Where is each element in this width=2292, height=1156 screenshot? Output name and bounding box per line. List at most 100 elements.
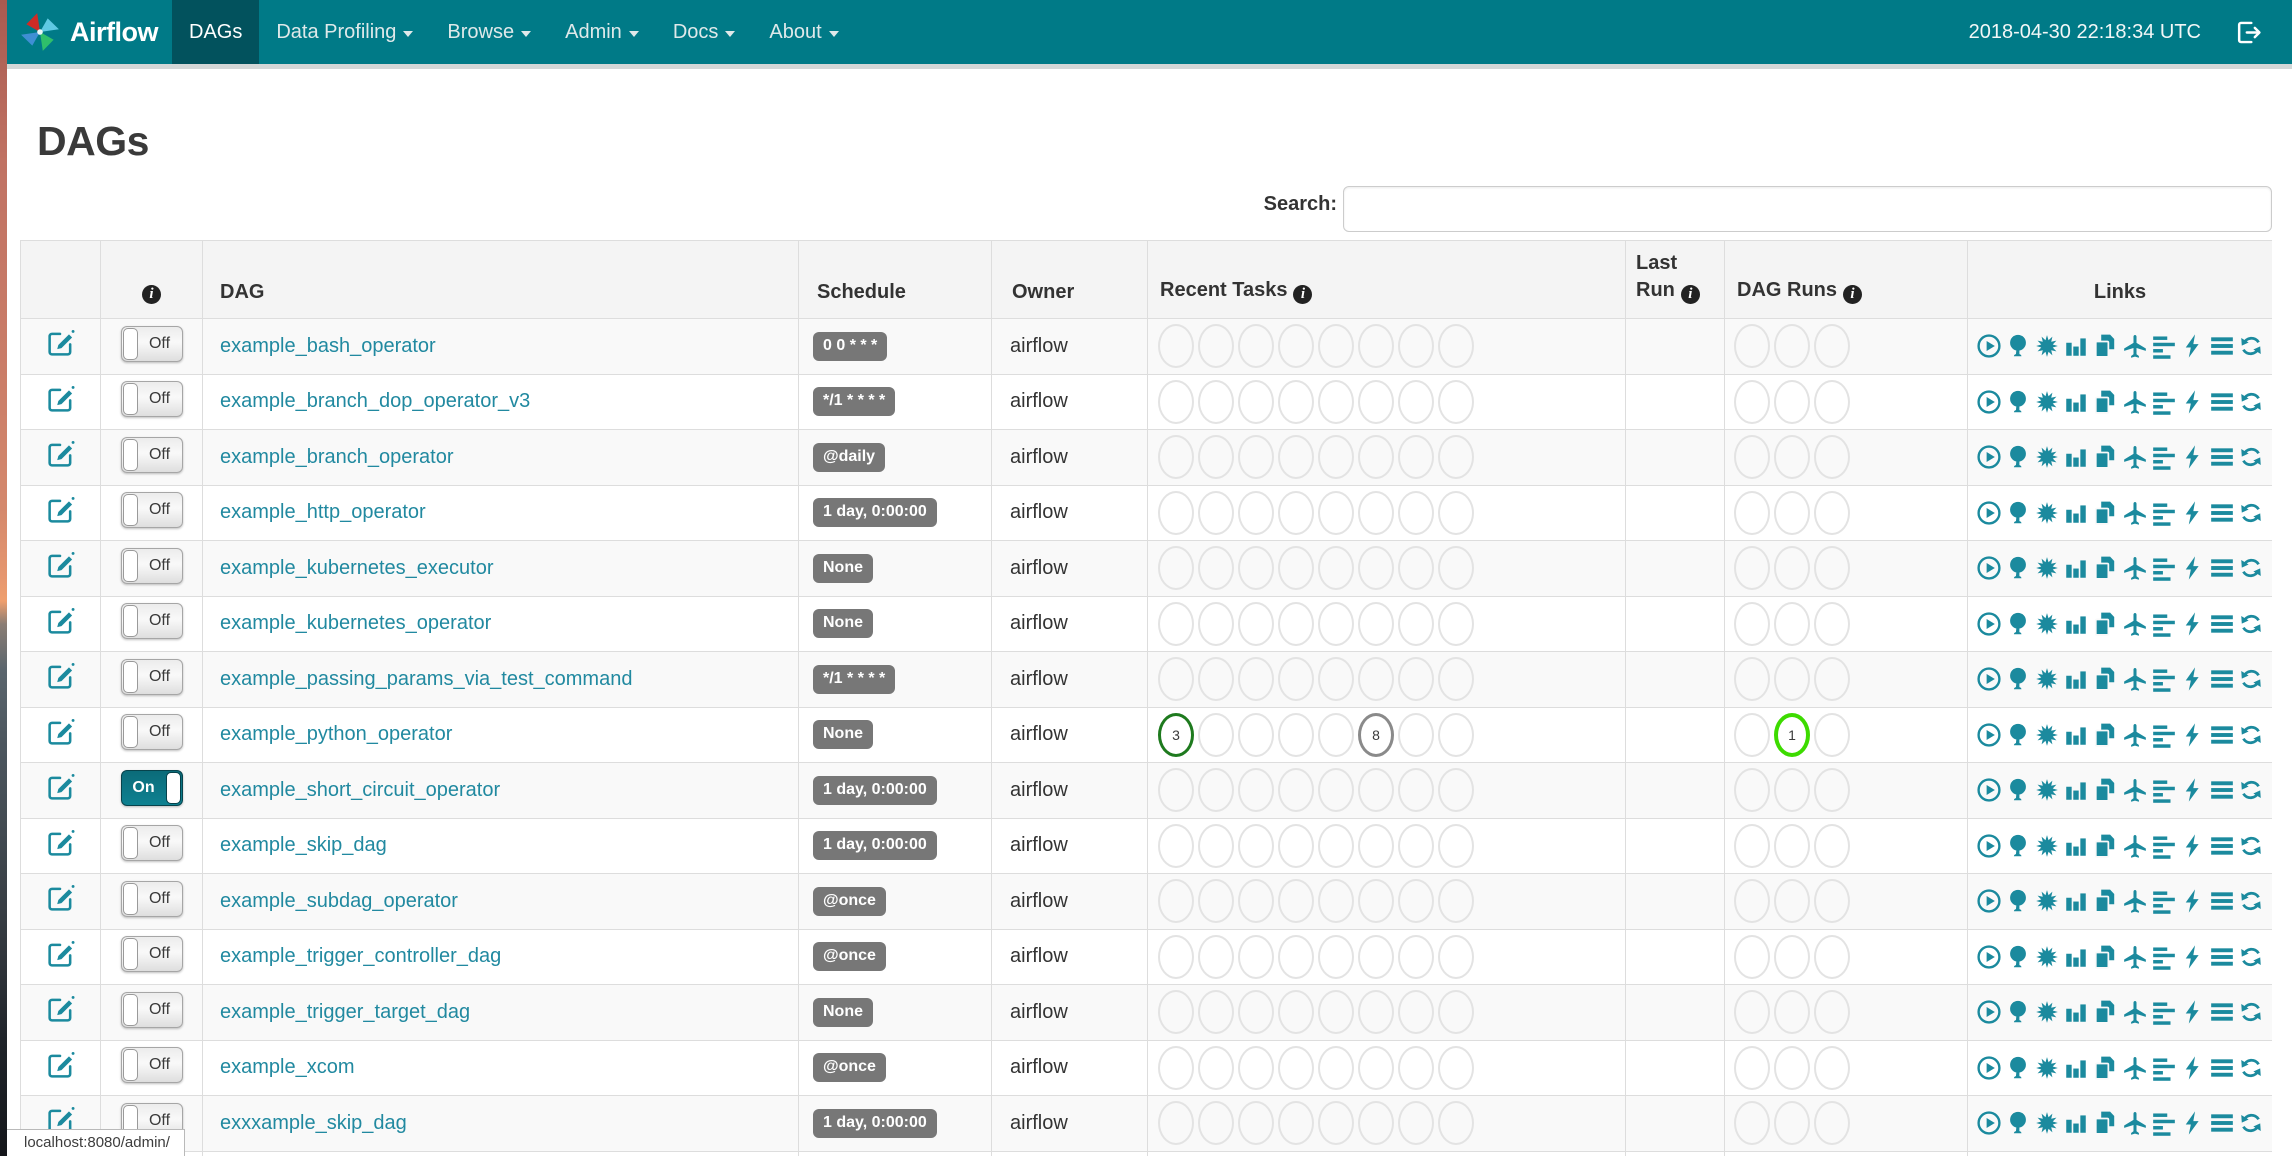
task-state-circle[interactable] [1238, 768, 1274, 813]
trigger-dag-icon[interactable] [1976, 944, 2002, 970]
task-state-circle[interactable] [1158, 879, 1194, 924]
gantt-icon[interactable] [2151, 833, 2177, 859]
dag-pause-toggle[interactable]: Off [120, 381, 183, 418]
task-state-circle[interactable] [1278, 768, 1314, 813]
task-tries-icon[interactable] [2092, 777, 2118, 803]
tree-view-icon[interactable] [2005, 722, 2031, 748]
nav-item-browse[interactable]: Browse [430, 0, 548, 64]
dag-run-circle[interactable] [1814, 601, 1850, 646]
task-state-circle[interactable] [1318, 934, 1354, 979]
dag-run-circle[interactable] [1734, 1045, 1770, 1090]
dag-run-circle[interactable] [1814, 712, 1850, 757]
code-view-icon[interactable] [2180, 444, 2206, 470]
info-icon[interactable]: i [1843, 285, 1862, 304]
refresh-icon[interactable] [2238, 888, 2264, 914]
dag-pause-toggle[interactable]: Off [120, 1047, 183, 1084]
task-state-circle[interactable] [1158, 379, 1194, 424]
task-instances-icon[interactable] [2209, 500, 2235, 526]
task-state-circle[interactable] [1318, 990, 1354, 1035]
task-state-circle[interactable] [1318, 712, 1354, 757]
task-state-circle[interactable] [1278, 490, 1314, 535]
task-state-circle[interactable] [1358, 879, 1394, 924]
tree-view-icon[interactable] [2005, 500, 2031, 526]
code-view-icon[interactable] [2180, 666, 2206, 692]
dag-run-circle[interactable] [1814, 768, 1850, 813]
dag-link[interactable]: example_xcom [220, 1056, 355, 1078]
task-tries-icon[interactable] [2092, 944, 2118, 970]
tree-view-icon[interactable] [2005, 833, 2031, 859]
landing-times-icon[interactable] [2122, 389, 2148, 415]
info-icon[interactable]: i [1293, 285, 1313, 304]
dag-pause-toggle[interactable]: Off [120, 658, 183, 695]
task-state-circle[interactable] [1278, 379, 1314, 424]
dag-run-circle[interactable] [1734, 823, 1770, 868]
tree-view-icon[interactable] [2005, 777, 2031, 803]
dag-pause-toggle[interactable]: Off [120, 325, 183, 362]
task-state-circle[interactable] [1278, 546, 1314, 591]
task-state-circle[interactable] [1278, 990, 1314, 1035]
task-tries-icon[interactable] [2092, 888, 2118, 914]
refresh-icon[interactable] [2238, 1055, 2264, 1081]
refresh-icon[interactable] [2238, 333, 2264, 359]
logout-icon[interactable] [2235, 19, 2262, 46]
landing-times-icon[interactable] [2122, 722, 2148, 748]
tree-view-icon[interactable] [2005, 999, 2031, 1025]
refresh-icon[interactable] [2238, 944, 2264, 970]
task-state-circle[interactable] [1278, 823, 1314, 868]
task-state-circle[interactable] [1318, 379, 1354, 424]
task-tries-icon[interactable] [2092, 500, 2118, 526]
task-state-circle[interactable]: 8 [1358, 712, 1394, 757]
task-instances-icon[interactable] [2209, 722, 2235, 748]
dag-link[interactable]: example_http_operator [220, 501, 426, 523]
graph-view-icon[interactable] [2034, 333, 2060, 359]
task-state-circle[interactable] [1318, 435, 1354, 480]
task-state-circle[interactable] [1438, 879, 1474, 924]
dag-run-circle[interactable] [1734, 324, 1770, 369]
dag-link[interactable]: example_trigger_controller_dag [220, 945, 501, 967]
task-state-circle[interactable] [1238, 490, 1274, 535]
task-instances-icon[interactable] [2209, 888, 2235, 914]
landing-times-icon[interactable] [2122, 333, 2148, 359]
code-view-icon[interactable] [2180, 999, 2206, 1025]
task-state-circle[interactable] [1278, 435, 1314, 480]
code-view-icon[interactable] [2180, 555, 2206, 581]
refresh-icon[interactable] [2238, 611, 2264, 637]
task-duration-icon[interactable] [2063, 555, 2089, 581]
refresh-icon[interactable] [2238, 833, 2264, 859]
dag-run-circle[interactable] [1734, 712, 1770, 757]
dag-pause-toggle[interactable]: Off [120, 436, 183, 473]
nav-item-dags[interactable]: DAGs [172, 0, 260, 64]
task-state-circle[interactable] [1198, 657, 1234, 702]
task-duration-icon[interactable] [2063, 333, 2089, 359]
task-state-circle[interactable] [1278, 712, 1314, 757]
dag-link[interactable]: example_branch_operator [220, 446, 454, 468]
task-state-circle[interactable] [1398, 768, 1434, 813]
gantt-icon[interactable] [2151, 389, 2177, 415]
task-state-circle[interactable] [1198, 712, 1234, 757]
task-state-circle[interactable] [1358, 1101, 1394, 1146]
trigger-dag-icon[interactable] [1976, 1055, 2002, 1081]
task-state-circle[interactable] [1438, 1045, 1474, 1090]
landing-times-icon[interactable] [2122, 999, 2148, 1025]
landing-times-icon[interactable] [2122, 500, 2148, 526]
task-tries-icon[interactable] [2092, 1055, 2118, 1081]
edit-dag-icon[interactable] [46, 1011, 75, 1028]
graph-view-icon[interactable] [2034, 888, 2060, 914]
task-instances-icon[interactable] [2209, 333, 2235, 359]
landing-times-icon[interactable] [2122, 944, 2148, 970]
dag-link[interactable]: example_python_operator [220, 723, 452, 745]
dag-run-circle[interactable] [1734, 490, 1770, 535]
task-state-circle[interactable] [1438, 657, 1474, 702]
task-state-circle[interactable] [1398, 379, 1434, 424]
gantt-icon[interactable] [2151, 722, 2177, 748]
task-state-circle[interactable] [1438, 990, 1474, 1035]
task-state-circle[interactable] [1238, 657, 1274, 702]
task-state-circle[interactable] [1318, 546, 1354, 591]
graph-view-icon[interactable] [2034, 500, 2060, 526]
trigger-dag-icon[interactable] [1976, 1110, 2002, 1136]
dag-run-circle[interactable] [1774, 324, 1810, 369]
dag-run-circle[interactable] [1814, 657, 1850, 702]
task-state-circle[interactable] [1158, 546, 1194, 591]
dag-pause-toggle[interactable]: Off [120, 492, 183, 529]
dag-run-circle[interactable] [1774, 657, 1810, 702]
